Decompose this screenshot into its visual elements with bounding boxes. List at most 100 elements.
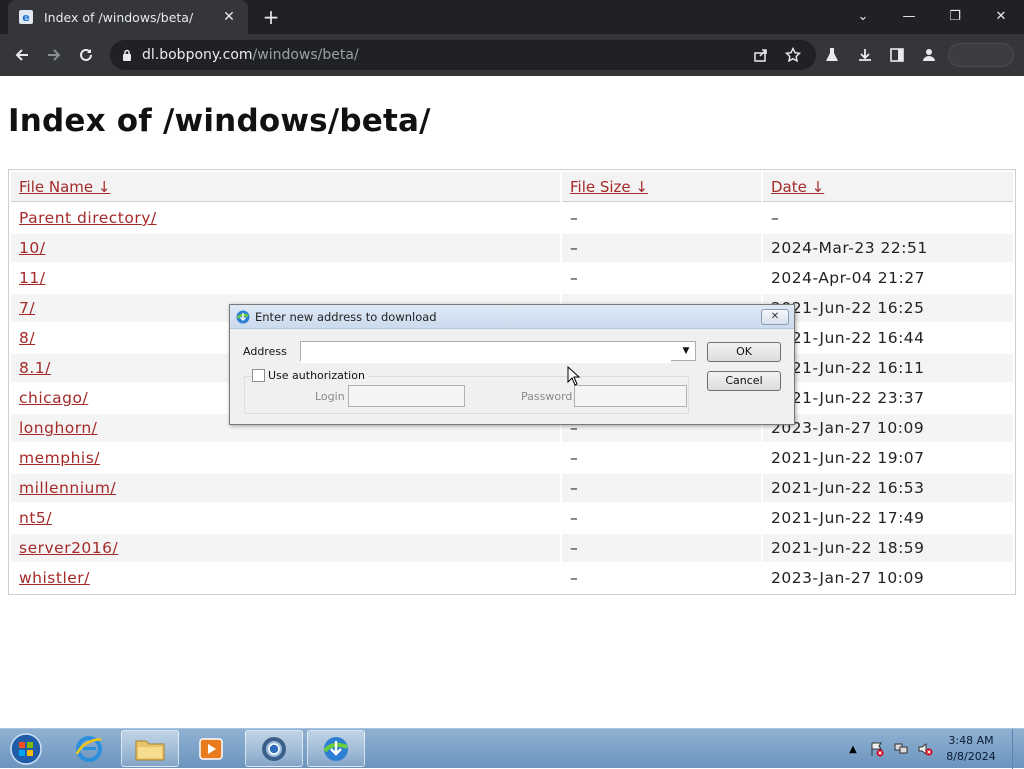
new-tab-button[interactable]: + (258, 4, 284, 30)
checkbox-box[interactable] (252, 369, 265, 382)
table-row: 10/ –2024-Mar-23 22:51 (11, 234, 1013, 262)
labs-icon[interactable] (820, 43, 844, 67)
entry-link[interactable]: 11/ (19, 269, 45, 287)
entry-link[interactable]: memphis/ (19, 449, 100, 467)
column-header-date: Date ↓ (763, 172, 1013, 202)
idm-icon (235, 309, 251, 325)
size-cell: – (570, 269, 579, 287)
use-authorization-label: Use authorization (268, 369, 365, 382)
dialog-title: Enter new address to download (255, 309, 437, 324)
table-row: server2016/ –2021-Jun-22 18:59 (11, 534, 1013, 562)
table-row: memphis/ – 2021-Jun-22 19:07 (11, 444, 1013, 472)
sort-by-size-link[interactable]: File Size ↓ (570, 178, 648, 196)
sort-by-date-link[interactable]: Date ↓ (771, 178, 824, 196)
date-cell: 2024-Apr-04 21:27 (771, 269, 925, 287)
entry-link[interactable]: nt5/ (19, 509, 52, 527)
lock-icon (122, 46, 132, 65)
chrome-icon[interactable] (245, 730, 303, 767)
date-cell: 2021-Jun-22 16:11 (763, 354, 1013, 382)
flag-icon[interactable] (867, 739, 887, 759)
sidepanel-icon[interactable] (885, 43, 909, 67)
date-cell: 2024-Mar-23 22:51 (763, 234, 1013, 262)
date-cell: 2021-Jun-22 23:37 (771, 389, 925, 407)
size-cell: – (562, 474, 761, 502)
url-host: dl.bobpony.com (142, 47, 253, 63)
table-row: whistler/ – 2023-Jan-27 10:09 (11, 564, 1013, 592)
tab-strip: e Index of /windows/beta/ ✕ + ⌄ — ❐ ✕ (0, 0, 1024, 34)
use-authorization-checkbox[interactable]: Use authorization (252, 369, 368, 382)
download-address-dialog: Enter new address to download ✕ Address … (229, 304, 795, 425)
sort-by-name-link[interactable]: File Name ↓ (19, 178, 110, 196)
dialog-titlebar[interactable]: Enter new address to download ✕ (230, 305, 794, 329)
chevron-down-icon[interactable]: ▼ (679, 342, 693, 360)
address-input[interactable] (301, 344, 671, 363)
dialog-close-button[interactable]: ✕ (761, 308, 789, 325)
login-field[interactable] (348, 385, 465, 407)
star-icon[interactable] (781, 43, 805, 67)
entry-link[interactable]: server2016/ (19, 539, 118, 557)
column-header-size: File Size ↓ (562, 172, 761, 202)
close-window-button[interactable]: ✕ (978, 0, 1024, 32)
minimize-button[interactable]: — (886, 0, 932, 32)
entry-link[interactable]: whistler/ (19, 569, 90, 587)
entry-link[interactable]: 10/ (19, 239, 45, 257)
table-row: 11/ – 2024-Apr-04 21:27 (11, 264, 1013, 292)
idm-taskbar-icon[interactable] (307, 730, 365, 767)
address-label: Address (243, 345, 287, 358)
tab-search-button[interactable]: ⌄ (840, 0, 886, 32)
clock-time: 3:48 AM (948, 734, 994, 747)
media-player-icon[interactable] (182, 730, 240, 767)
date-cell: 2021-Jun-22 17:49 (771, 509, 925, 527)
cancel-button[interactable]: Cancel (707, 371, 781, 391)
password-field[interactable] (574, 385, 687, 407)
entry-link[interactable]: millennium/ (19, 479, 116, 497)
reload-icon[interactable] (72, 41, 100, 69)
tab-close-icon[interactable]: ✕ (220, 9, 238, 25)
column-header-name: File Name ↓ (11, 172, 560, 202)
clock-date: 8/8/2024 (946, 750, 996, 763)
address-combobox[interactable]: ▼ (300, 341, 696, 363)
windows-taskbar: ▲ 3:48 AM 8/8/2024 (0, 728, 1024, 769)
system-tray: ▲ (843, 729, 939, 769)
volume-muted-icon[interactable] (915, 739, 935, 759)
browser-tab[interactable]: e Index of /windows/beta/ ✕ (8, 0, 248, 34)
entry-link[interactable]: chicago/ (19, 389, 88, 407)
entry-link[interactable]: longhorn/ (19, 419, 97, 437)
tab-title: Index of /windows/beta/ (44, 9, 194, 25)
table-row: Parent directory/ – – (11, 204, 1013, 232)
folder-icon[interactable] (121, 730, 179, 767)
share-icon[interactable] (749, 43, 773, 67)
date-cell: 2021-Jun-22 18:59 (763, 534, 1013, 562)
clock[interactable]: 3:48 AM 8/8/2024 (940, 733, 1002, 765)
start-icon[interactable] (6, 731, 46, 767)
date-cell: 2021-Jun-22 19:07 (771, 449, 925, 467)
page-title: Index of /windows/beta/ (8, 103, 431, 139)
table-row: nt5/ – 2021-Jun-22 17:49 (11, 504, 1013, 532)
forward-icon[interactable] (40, 41, 68, 69)
ie-icon[interactable] (60, 730, 118, 767)
entry-link[interactable]: 7/ (19, 299, 35, 317)
url-path: /windows/beta/ (252, 47, 359, 63)
tray-expand-icon[interactable]: ▲ (843, 739, 863, 759)
favicon-ie-icon: e (18, 9, 34, 25)
date-cell: 2023-Jan-27 10:09 (771, 569, 925, 587)
login-label: Login (315, 390, 345, 403)
window-controls: ⌄ — ❐ ✕ (840, 0, 1024, 32)
network-icon[interactable] (891, 739, 911, 759)
date-cell: 2021-Jun-22 16:25 (763, 294, 1013, 322)
entry-link[interactable]: Parent directory/ (19, 209, 157, 227)
profile-icon[interactable] (917, 43, 941, 67)
size-cell: – (570, 569, 579, 587)
ok-button[interactable]: OK (707, 342, 781, 362)
profile-menu-button[interactable] (948, 43, 1014, 67)
entry-link[interactable]: 8.1/ (19, 359, 51, 377)
show-desktop-button[interactable] (1012, 729, 1024, 769)
date-cell: 2023-Jan-27 10:09 (763, 414, 1013, 442)
restore-button[interactable]: ❐ (932, 0, 978, 32)
mouse-cursor-icon (567, 365, 581, 386)
back-icon[interactable] (8, 41, 36, 69)
address-bar[interactable]: dl.bobpony.com/windows/beta/ (110, 40, 816, 70)
entry-link[interactable]: 8/ (19, 329, 35, 347)
size-cell: – (562, 234, 761, 262)
download-icon[interactable] (853, 43, 877, 67)
